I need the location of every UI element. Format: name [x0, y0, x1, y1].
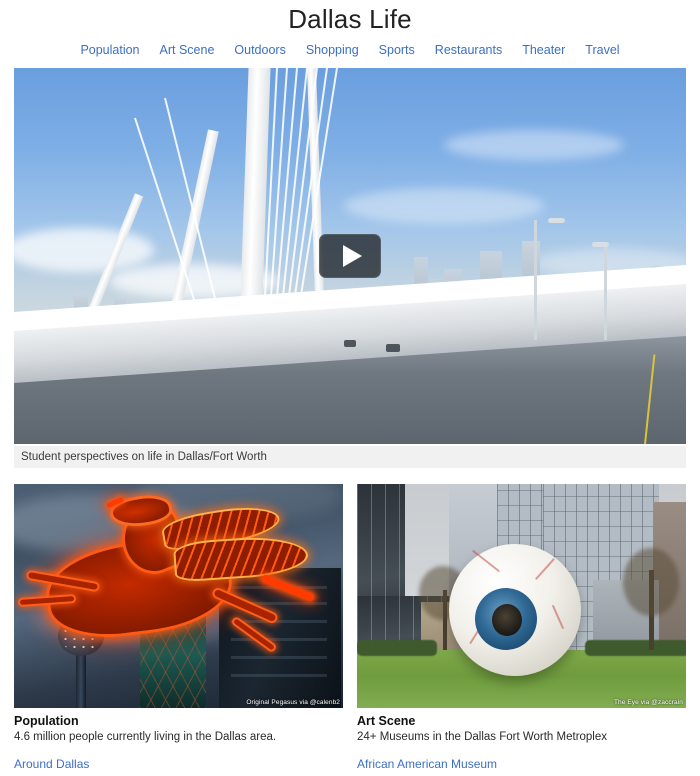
window-band	[231, 638, 327, 641]
eye-iris	[475, 588, 537, 650]
hedge	[585, 640, 686, 656]
nav-item-sports[interactable]: Sports	[379, 43, 415, 57]
car	[386, 344, 400, 352]
window-band	[231, 656, 327, 659]
nav-item-travel[interactable]: Travel	[585, 43, 619, 57]
card-link-list-art-scene: African American Museum Dallas Arts Dist…	[357, 756, 686, 776]
eye-vein	[551, 604, 565, 630]
play-button[interactable]	[319, 234, 381, 278]
hero-caption-text: Student perspectives on life in Dallas/F…	[21, 451, 267, 463]
street-lamp	[604, 244, 607, 340]
eye-vein	[471, 549, 501, 573]
cloud-shape	[444, 130, 624, 160]
eye-vein	[534, 557, 556, 581]
hero-caption-bar: Student perspectives on life in Dallas/F…	[14, 446, 686, 468]
card-grid: Original Pegasus via @calenb2 Population…	[14, 484, 686, 776]
tree-canopy	[623, 548, 679, 616]
card-link-around-dallas[interactable]: Around Dallas	[14, 756, 343, 773]
card-description-art-scene: 24+ Museums in the Dallas Fort Worth Met…	[357, 731, 608, 743]
card-link-african-american-museum[interactable]: African American Museum	[357, 756, 686, 773]
main-navigation: Population Art Scene Outdoors Shopping S…	[0, 40, 700, 60]
card-population: Original Pegasus via @calenb2 Population…	[14, 484, 343, 776]
card-photo-the-eye[interactable]: The Eye via @zaccrain	[357, 484, 686, 708]
card-art-scene: The Eye via @zaccrain Art Scene 24+ Muse…	[357, 484, 686, 776]
page-title: Dallas Life	[288, 4, 412, 34]
card-link-list-population: Around Dallas D Magazine	[14, 756, 343, 776]
nav-item-theater[interactable]: Theater	[522, 43, 565, 57]
street-lamp-head	[548, 218, 565, 223]
hero-video-player[interactable]	[14, 68, 686, 444]
card-title-population: Population	[14, 714, 79, 728]
nav-item-outdoors[interactable]: Outdoors	[234, 43, 285, 57]
nav-item-shopping[interactable]: Shopping	[306, 43, 359, 57]
nav-item-restaurants[interactable]: Restaurants	[435, 43, 502, 57]
play-icon	[343, 245, 362, 267]
card-description-population: 4.6 million people currently living in t…	[14, 731, 277, 743]
photo-credit: Original Pegasus via @calenb2	[246, 699, 340, 706]
page-root: Dallas Life Population Art Scene Outdoor…	[0, 0, 700, 776]
card-photo-pegasus[interactable]: Original Pegasus via @calenb2	[14, 484, 343, 708]
street-lamp-head	[592, 242, 609, 247]
window-band	[231, 674, 327, 677]
nav-item-art-scene[interactable]: Art Scene	[160, 43, 215, 57]
nav-item-population[interactable]: Population	[80, 43, 139, 57]
street-lamp	[534, 220, 537, 340]
card-title-art-scene: Art Scene	[357, 714, 416, 728]
eye-pupil	[492, 604, 522, 636]
cloud-shape	[344, 188, 544, 224]
hedge	[357, 640, 437, 656]
car	[344, 340, 356, 347]
eye-sculpture	[449, 544, 581, 676]
photo-credit: The Eye via @zaccrain	[613, 699, 683, 706]
